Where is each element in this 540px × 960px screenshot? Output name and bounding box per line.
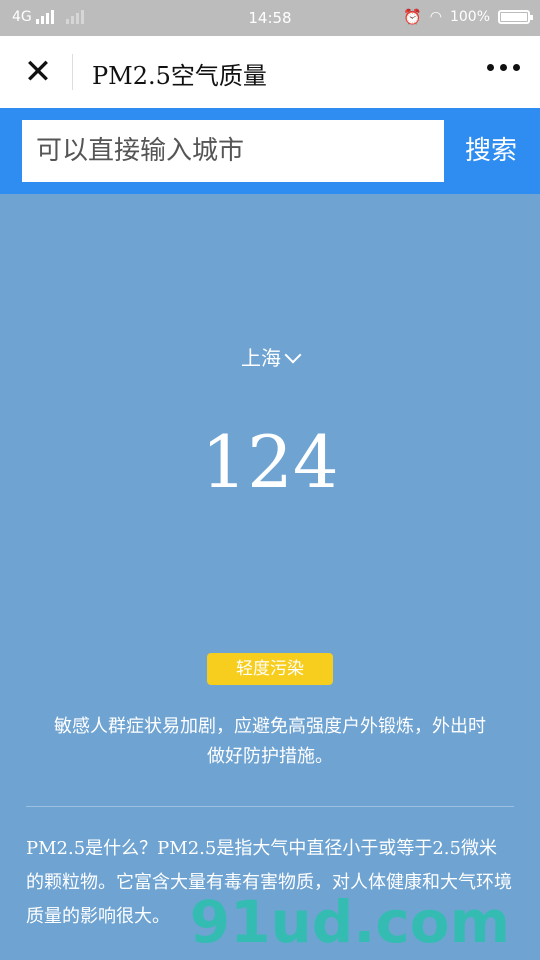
- nav-bar: ✕ PM2.5空气质量: [0, 36, 540, 108]
- search-button[interactable]: 搜索: [456, 128, 526, 174]
- city-selector[interactable]: 上海: [0, 342, 540, 371]
- health-advice: 敏感人群症状易加剧，应避免高强度户外锻炼，外出时做好防护措施。: [54, 716, 486, 767]
- section-divider: [26, 806, 514, 807]
- more-options-icon[interactable]: [487, 64, 520, 71]
- nav-divider: [72, 54, 73, 90]
- chevron-down-icon: [284, 346, 302, 364]
- battery-percent: 100%: [449, 9, 490, 25]
- alarm-icon: ⏰: [403, 8, 422, 26]
- aqi-value: 124: [201, 420, 339, 504]
- wifi-icon: ◠: [429, 9, 442, 25]
- status-right-group: ⏰ ◠ 100%: [403, 8, 533, 26]
- watermark: 91ud.com: [189, 888, 510, 956]
- page-title: PM2.5空气质量: [92, 62, 267, 90]
- battery-icon: [498, 10, 533, 24]
- status-bar: 4G 14:58 ⏰ ◠ 100%: [0, 0, 540, 36]
- search-input[interactable]: [22, 120, 444, 182]
- city-name: 上海: [241, 346, 281, 370]
- pollution-level-badge: 轻度污染: [207, 653, 333, 685]
- search-bar: 搜索: [0, 108, 540, 194]
- close-icon[interactable]: ✕: [18, 52, 58, 92]
